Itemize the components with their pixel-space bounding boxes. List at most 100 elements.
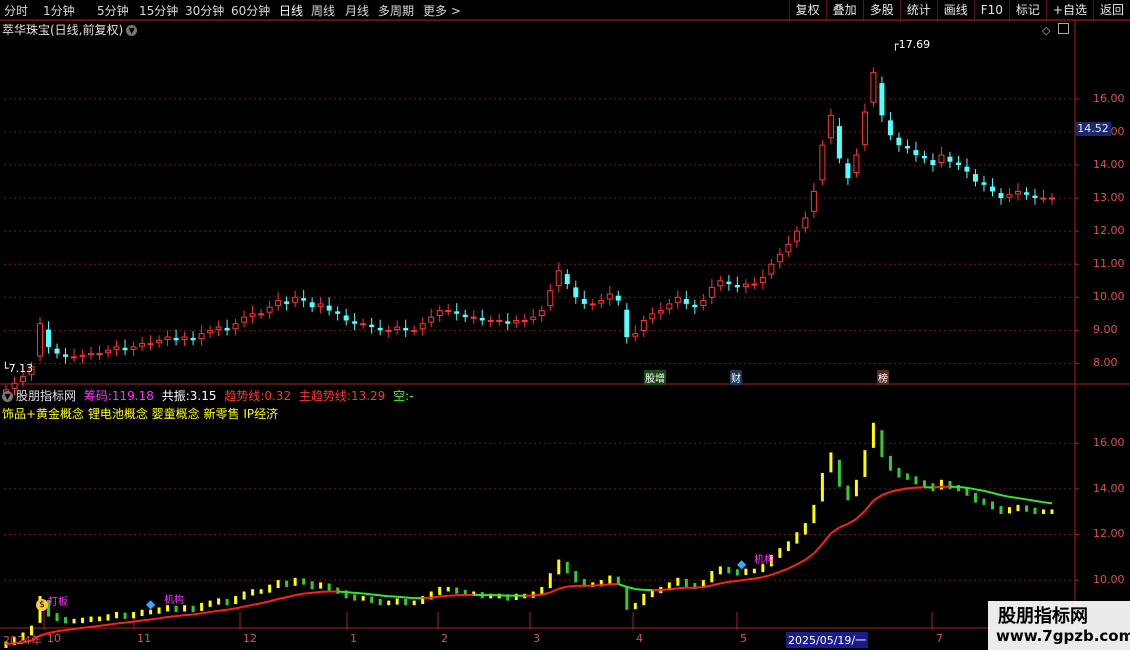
resonance-bar — [132, 612, 136, 619]
candle-body — [853, 154, 860, 173]
trend-line-segment — [1000, 494, 1010, 498]
resonance-bar — [633, 602, 637, 610]
candle-body — [538, 310, 545, 316]
trend-line-segment — [175, 614, 185, 618]
candle-body — [530, 316, 537, 321]
candle-body — [215, 326, 222, 331]
resonance-bar — [234, 596, 238, 605]
candle-body — [759, 276, 766, 283]
candle-body — [1032, 195, 1038, 199]
watermark-url: www.7gpzb.com — [996, 627, 1130, 645]
resonance-bar — [225, 598, 229, 606]
watermark: 股朋指标网 www.7gpzb.com — [988, 601, 1130, 650]
price-tick-label: 11.00 — [1093, 257, 1125, 271]
candle-body — [411, 329, 418, 332]
trend-line-segment — [405, 596, 415, 600]
resonance-bar — [786, 541, 790, 552]
candle-body — [879, 83, 885, 116]
candle-body — [207, 329, 214, 334]
window-toggle-icon[interactable] — [1058, 23, 1069, 34]
trend-line-segment — [1026, 498, 1036, 502]
candle-body — [96, 353, 103, 356]
candle-body — [436, 310, 443, 316]
trend-line-segment — [73, 626, 83, 630]
trend-line-segment — [779, 567, 789, 573]
low-price-label: └7.13 — [2, 362, 34, 375]
indicator-tick-label: 12.00 — [1093, 527, 1125, 541]
date-label: 12 — [243, 632, 257, 645]
candle-body — [496, 319, 503, 322]
price-tick-label: 12.00 — [1093, 224, 1125, 238]
date-label: 5 — [740, 632, 747, 645]
indicator-item-short-label: 空: — [393, 389, 410, 403]
resonance-bar — [293, 577, 297, 586]
candle-body — [861, 111, 868, 145]
resonance-bar — [812, 504, 816, 524]
candle-body — [632, 333, 639, 337]
trend-line-segment — [694, 586, 704, 589]
signal-institution-label-1: 机构 — [164, 595, 184, 606]
trend-line-segment — [635, 588, 644, 591]
resonance-bar — [914, 476, 918, 485]
candle-body — [343, 315, 349, 321]
trend-line-segment — [864, 499, 875, 512]
price-tick-label: 13.00 — [1093, 191, 1125, 205]
trend-line-segment — [804, 552, 815, 561]
trend-line-segment — [439, 594, 449, 598]
resonance-bar — [72, 618, 76, 624]
current-price-tag: 14.52 — [1075, 122, 1111, 136]
resonance-bar — [939, 479, 943, 490]
trend-line-segment — [286, 594, 296, 599]
candle-body — [326, 305, 332, 311]
candle-body — [810, 190, 817, 212]
candle-body — [700, 300, 707, 307]
trend-line-segment — [269, 598, 279, 603]
trend-line-segment — [133, 619, 143, 623]
resonance-bar — [820, 472, 824, 502]
concept-tags: 饰品+黄金概念 锂电池概念 婴童概念 新零售 IP经济 — [2, 407, 279, 421]
trend-line-segment — [549, 587, 560, 594]
resonance-bar — [718, 566, 722, 575]
indicator-item-trend-value: 0.32 — [264, 389, 292, 403]
price-tick-label: 10.00 — [1093, 290, 1125, 304]
candle-body — [930, 160, 936, 165]
resonance-bar — [319, 582, 323, 589]
candle-body — [598, 300, 605, 304]
candle-body — [462, 314, 468, 318]
trend-line-segment — [754, 576, 764, 580]
trend-line-segment — [252, 602, 262, 606]
candle-body — [581, 298, 587, 304]
kline-chart[interactable] — [0, 0, 1130, 650]
trend-line-segment — [226, 607, 236, 611]
candle-body — [564, 274, 570, 285]
signal-board-label: 打板 — [48, 597, 68, 608]
resonance-bar — [684, 578, 688, 587]
trend-line-segment — [150, 617, 160, 621]
trend-line-segment — [158, 616, 168, 620]
diamond-icon[interactable]: ◇ — [1042, 24, 1050, 37]
trend-line-segment — [167, 615, 177, 618]
event-tag-finance[interactable]: 财 — [730, 370, 742, 385]
candle-body — [445, 310, 452, 313]
trend-line-segment — [617, 583, 628, 588]
resonance-bar — [1007, 507, 1011, 514]
resonance-bar — [1033, 507, 1037, 514]
indicator-item-chip-label: 筹码: — [83, 389, 112, 403]
signal-institution-label-2: 机构 — [754, 555, 774, 566]
candle-body — [921, 155, 927, 159]
trend-line-segment — [839, 522, 849, 529]
resonance-bar — [353, 594, 357, 601]
event-tag-ranking[interactable]: 榜 — [877, 370, 889, 385]
candle-body — [403, 327, 409, 331]
candle-body — [657, 310, 664, 314]
resonance-bar — [880, 430, 884, 457]
indicator-menu-icon[interactable]: ▼ — [2, 391, 13, 402]
trend-line-segment — [881, 490, 891, 497]
candle-body — [726, 281, 732, 285]
chevron-down-icon[interactable]: ▼ — [126, 25, 138, 36]
event-tag-share-increase[interactable]: 股增 — [644, 370, 666, 385]
trend-line-segment — [983, 489, 993, 494]
resonance-bar — [259, 589, 263, 594]
trend-line-segment — [890, 488, 900, 493]
indicator-item-trend-label: 趋势线: — [224, 389, 265, 403]
